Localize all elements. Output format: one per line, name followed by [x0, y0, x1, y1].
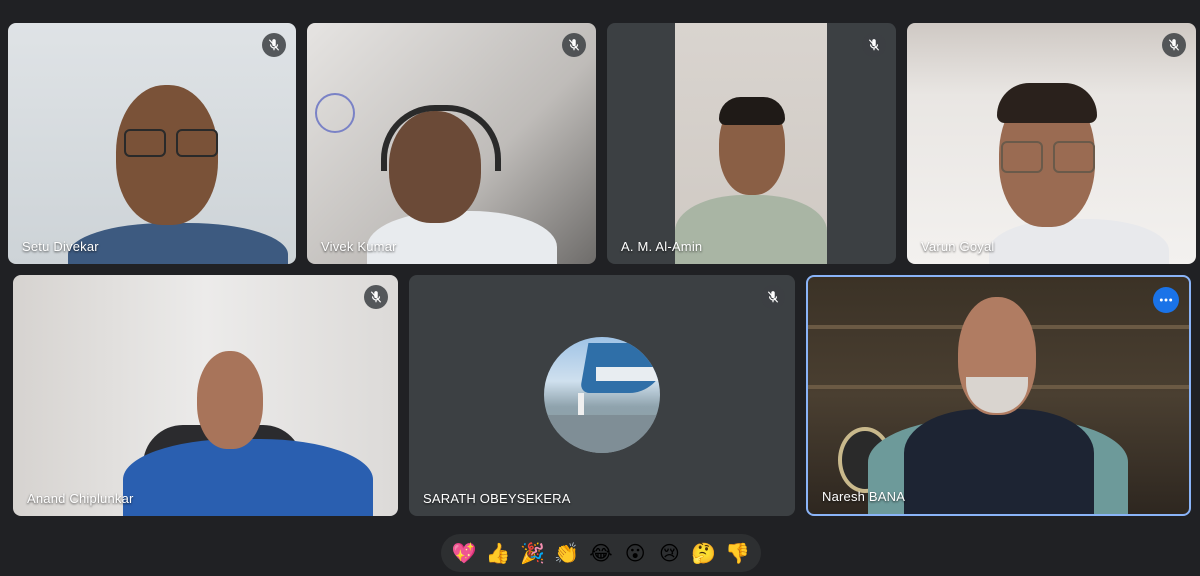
participant-tile-vivek-kumar[interactable]: Vivek Kumar — [307, 23, 596, 264]
reaction-thumbs-down[interactable]: 👎 — [724, 541, 752, 565]
reaction-thumbs-up[interactable]: 👍 — [484, 541, 512, 565]
mic-off-icon — [862, 33, 886, 57]
participant-tile-am-al-amin[interactable]: A. M. Al-Amin — [607, 23, 896, 264]
reaction-surprised[interactable]: 😮 — [621, 541, 649, 565]
reaction-party-popper[interactable]: 🎉 — [519, 541, 547, 565]
more-options-button[interactable] — [1153, 287, 1179, 313]
mic-off-icon — [364, 285, 388, 309]
mic-off-icon — [262, 33, 286, 57]
participant-name: Setu Divekar — [22, 239, 99, 254]
participant-tile-anand-chiplunkar[interactable]: Anand Chiplunkar — [13, 275, 398, 516]
reaction-clapping-hands[interactable]: 👏 — [553, 541, 581, 565]
dreamcatcher-decoration — [315, 93, 355, 133]
reaction-thinking[interactable]: 🤔 — [690, 541, 718, 565]
mic-off-icon — [562, 33, 586, 57]
mic-off-icon — [761, 285, 785, 309]
participant-video — [675, 23, 827, 264]
reactions-bar: 💖 👍 🎉 👏 😂 😮 😢 🤔 👎 — [441, 534, 761, 572]
participant-name: Varun Goyal — [921, 239, 995, 254]
participant-name: Vivek Kumar — [321, 239, 397, 254]
participant-name: Naresh BANA — [822, 489, 906, 504]
participant-tile-naresh-bana[interactable]: Naresh BANA — [806, 275, 1191, 516]
participant-name: Anand Chiplunkar — [27, 491, 134, 506]
reaction-tears-of-joy[interactable]: 😂 — [587, 541, 615, 565]
reaction-sparkling-heart[interactable]: 💖 — [450, 541, 478, 565]
mic-off-icon — [1162, 33, 1186, 57]
more-options-icon — [1159, 298, 1173, 302]
reaction-crying[interactable]: 😢 — [655, 541, 683, 565]
participant-name: A. M. Al-Amin — [621, 239, 703, 254]
participant-name: SARATH OBEYSEKERA — [423, 491, 571, 506]
participant-avatar — [544, 337, 660, 453]
participant-tile-setu-divekar[interactable]: Setu Divekar — [8, 23, 296, 264]
participant-tile-varun-goyal[interactable]: Varun Goyal — [907, 23, 1196, 264]
